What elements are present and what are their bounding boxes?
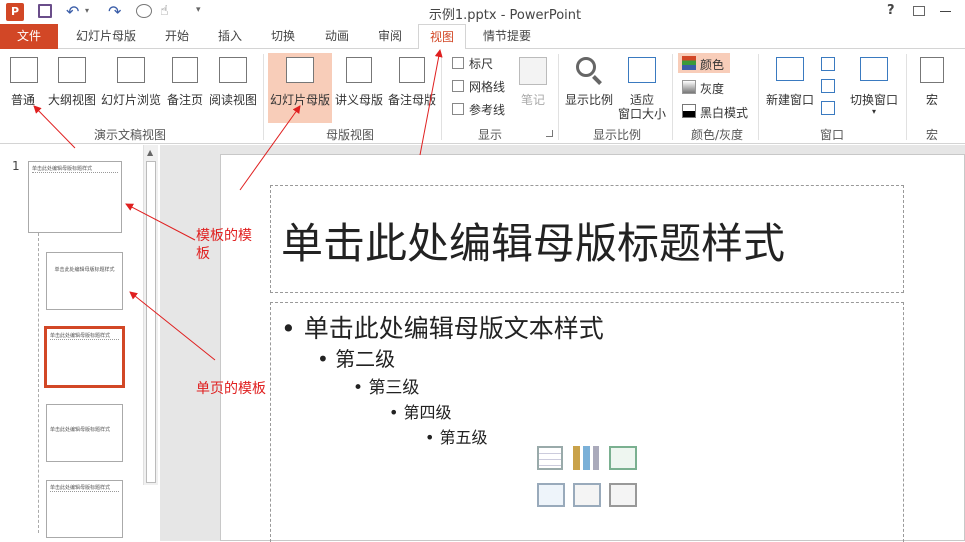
arrow-to-view-tab xyxy=(419,49,443,156)
arrow-to-slide-master xyxy=(239,105,301,191)
annotation-single-page-template: 单页的模板 xyxy=(196,381,266,397)
annotation-template-of-templates: 模板的模板 xyxy=(196,228,252,262)
annotation-arrows xyxy=(33,49,443,361)
arrow-to-master-thumbnail xyxy=(125,203,196,241)
arrow-to-normal-view xyxy=(33,105,76,149)
arrow-to-layout-thumbnail xyxy=(129,291,216,361)
